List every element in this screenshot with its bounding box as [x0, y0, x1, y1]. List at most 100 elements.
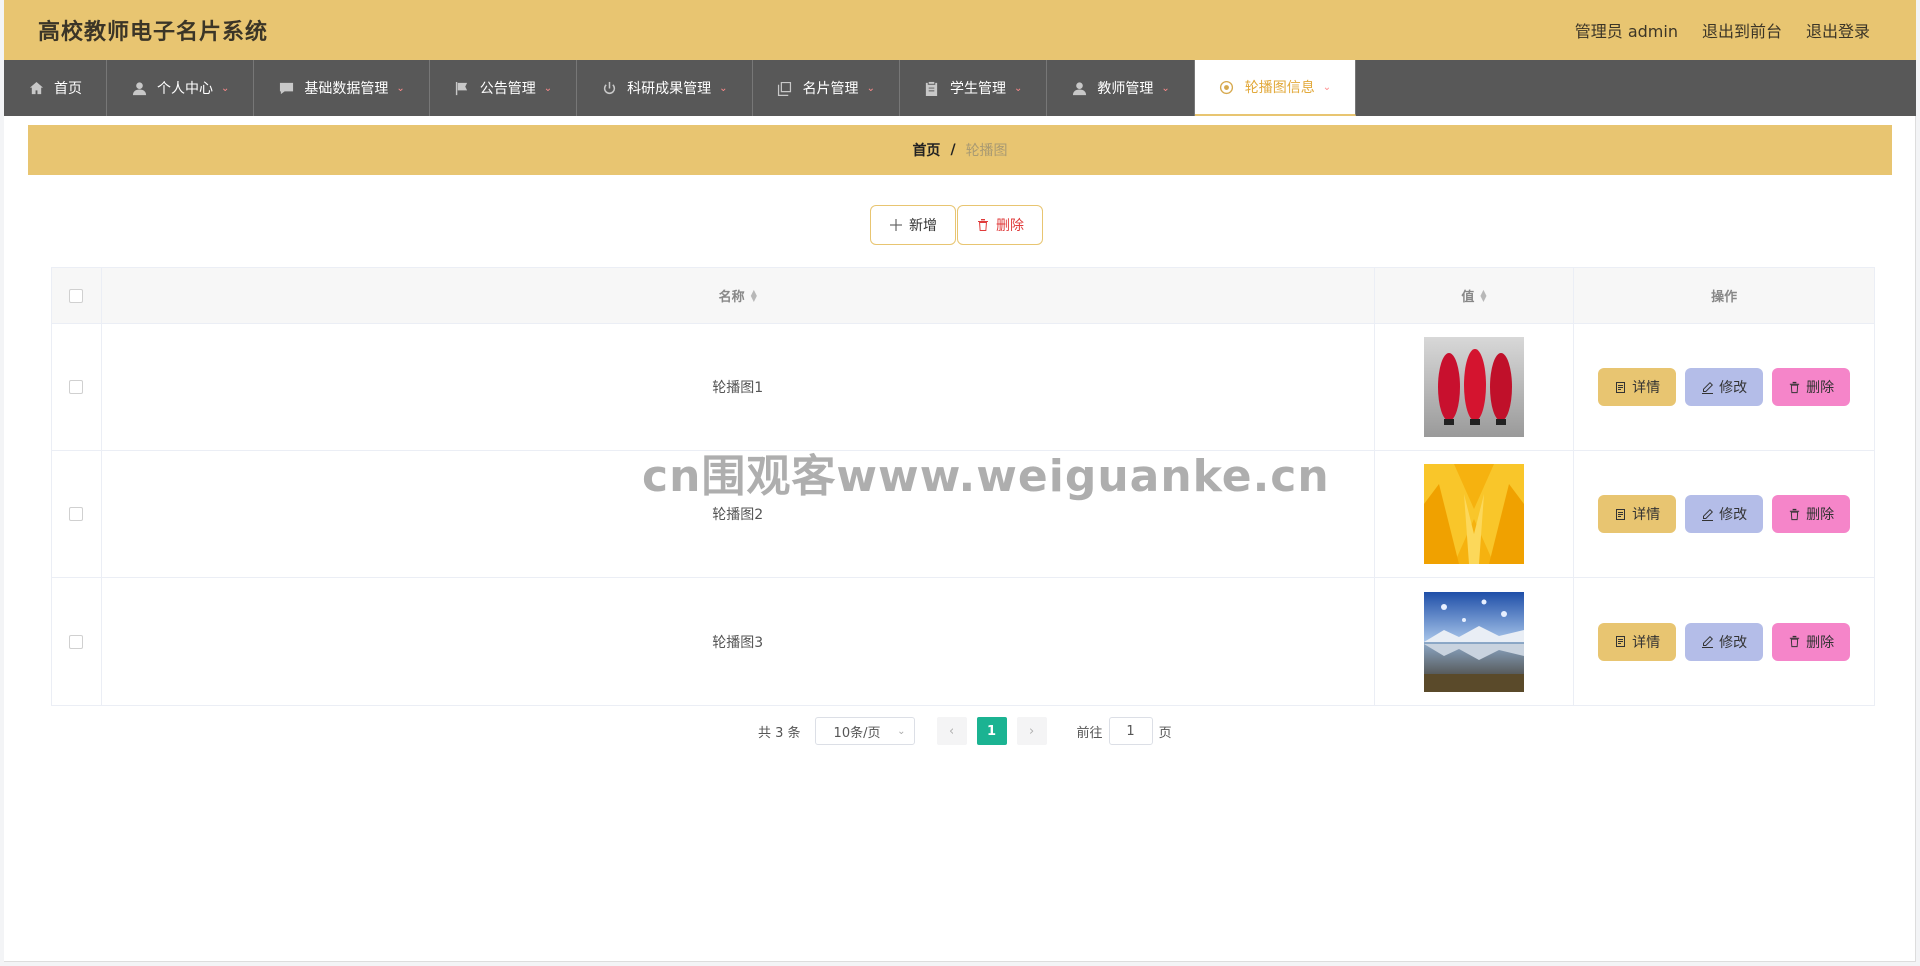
header-value[interactable]: 值 ▲ ▼ [1375, 268, 1575, 323]
edit-label: 修改 [1719, 507, 1748, 523]
page-size-select[interactable]: 10条/页 ⌄ [814, 717, 915, 745]
detail-button[interactable]: 详情 [1598, 622, 1677, 661]
row-name: 轮播图3 [102, 578, 1375, 705]
nav-label: 首页 [54, 81, 82, 97]
exit-to-front-link[interactable]: 退出到前台 [1702, 18, 1782, 42]
row-value [1375, 451, 1575, 577]
logout-link[interactable]: 退出登录 [1806, 18, 1870, 42]
user-icon [131, 80, 147, 96]
detail-button[interactable]: 详情 [1598, 495, 1677, 533]
chevron-down-icon: ⌄ [866, 82, 875, 94]
home-icon [28, 80, 44, 96]
user-icon [1071, 80, 1087, 96]
edit-label: 修改 [1719, 380, 1748, 396]
edit-button[interactable]: 修改 [1685, 495, 1764, 533]
row-value [1375, 324, 1575, 450]
header-name[interactable]: 名称 ▲ ▼ [102, 268, 1375, 323]
delete-button[interactable]: 删除 [1772, 368, 1851, 406]
breadcrumb: 首页 / 轮播图 [28, 125, 1892, 175]
nav-item-teachers[interactable]: 教师管理 ⌄ [1047, 60, 1195, 116]
goto-suffix: 页 [1158, 725, 1172, 741]
document-icon [1616, 508, 1626, 520]
aperture-icon [1219, 79, 1235, 95]
row-name: 轮播图1 [102, 324, 1375, 450]
nav-item-carousel[interactable]: 轮播图信息 ⌄ [1194, 60, 1357, 116]
delete-label: 删除 [1806, 634, 1835, 651]
system-title: 高校教师电子名片系统 [38, 20, 269, 45]
trash-icon [978, 219, 988, 231]
trash-icon [1790, 508, 1800, 520]
page-size-value: 10条/页 [833, 725, 881, 741]
batch-delete-button[interactable]: 删除 [957, 205, 1043, 245]
detail-button[interactable]: 详情 [1598, 368, 1677, 406]
delete-label: 删除 [1806, 507, 1835, 523]
row-check-cell [52, 324, 102, 450]
breadcrumb-separator: / [950, 142, 956, 158]
nav-item-basic-data[interactable]: 基础数据管理 ⌄ [254, 60, 430, 116]
chevron-down-icon: ⌄ [1013, 82, 1023, 94]
chevron-down-icon: ⌄ [543, 82, 553, 94]
pencil-icon [1702, 636, 1714, 648]
header-ops: 操作 [1574, 268, 1874, 323]
mountain-lake-image[interactable] [1423, 591, 1524, 692]
document-icon [1616, 636, 1626, 647]
nav-label: 公告管理 [479, 81, 536, 97]
header-links: 管理员 admin 退出到前台 退出登录 [1575, 18, 1870, 42]
delete-button[interactable]: 删除 [1772, 622, 1851, 661]
nav-item-research[interactable]: 科研成果管理 ⌄ [577, 60, 753, 116]
select-all-checkbox[interactable] [69, 288, 84, 303]
edit-button[interactable]: 修改 [1685, 368, 1764, 406]
row-check-cell [52, 451, 102, 577]
nav-label: 个人中心 [157, 81, 213, 97]
next-page-button[interactable]: › [1016, 717, 1047, 745]
prev-page-button[interactable]: ‹ [936, 717, 967, 745]
document-icon [1616, 381, 1626, 393]
yellow-pattern-image[interactable] [1423, 464, 1524, 564]
header-check-cell [52, 268, 102, 323]
nav-item-home[interactable]: 首页 [4, 60, 107, 116]
nav-item-cards[interactable]: 名片管理 ⌄ [753, 60, 900, 116]
goto-prefix: 前往 [1076, 725, 1103, 741]
trash-icon [1790, 635, 1800, 648]
app-frame: 高校教师电子名片系统 管理员 admin 退出到前台 退出登录 首页 个人中心 … [4, 0, 1916, 962]
chevron-down-icon: ⌄ [221, 82, 230, 94]
edit-label: 修改 [1719, 634, 1748, 651]
add-button[interactable]: 新增 [870, 205, 956, 245]
row-check-cell [52, 578, 102, 705]
admin-label[interactable]: 管理员 admin [1575, 18, 1678, 42]
nav-label: 轮播图信息 [1244, 80, 1315, 96]
edit-button[interactable]: 修改 [1685, 622, 1764, 661]
chevron-down-icon: ⌄ [719, 82, 728, 94]
pencil-icon [1702, 381, 1714, 394]
sort-icon[interactable]: ▲ ▼ [1480, 288, 1486, 302]
breadcrumb-current: 轮播图 [965, 143, 1008, 159]
goto-page-input[interactable] [1108, 717, 1153, 745]
nav-item-personal-center[interactable]: 个人中心 ⌄ [107, 60, 255, 116]
delete-label: 删除 [1806, 380, 1835, 396]
copy-icon [777, 80, 793, 96]
sort-icon[interactable]: ▲ ▼ [751, 288, 757, 302]
trash-icon [1790, 381, 1800, 393]
row-checkbox[interactable] [69, 634, 84, 649]
row-checkbox[interactable] [69, 507, 84, 521]
breadcrumb-home[interactable]: 首页 [912, 140, 940, 160]
chevron-right-icon: › [1028, 723, 1035, 739]
detail-label: 详情 [1632, 634, 1661, 651]
batch-delete-label: 删除 [996, 217, 1024, 233]
clipboard-icon [924, 80, 940, 96]
table-header: 名称 ▲ ▼ 值 ▲ ▼ 操作 [52, 268, 1874, 324]
nav-label: 基础数据管理 [304, 81, 389, 97]
message-icon [278, 80, 294, 96]
red-cones-image[interactable] [1423, 337, 1524, 437]
page-jumper: 前往 页 [1077, 717, 1172, 745]
row-checkbox[interactable] [69, 380, 84, 394]
total-count: 共 3 条 [758, 725, 801, 741]
nav-item-announcements[interactable]: 公告管理 ⌄ [430, 60, 578, 116]
header-value-label: 值 [1461, 290, 1475, 305]
page-number-current[interactable]: 1 [976, 717, 1007, 745]
delete-button[interactable]: 删除 [1772, 495, 1851, 533]
nav-item-students[interactable]: 学生管理 ⌄ [900, 60, 1048, 116]
watermark: cn围观客www.weiguanke.cn [642, 451, 1330, 502]
top-header: 高校教师电子名片系统 管理员 admin 退出到前台 退出登录 [4, 0, 1916, 60]
power-icon [601, 80, 617, 96]
